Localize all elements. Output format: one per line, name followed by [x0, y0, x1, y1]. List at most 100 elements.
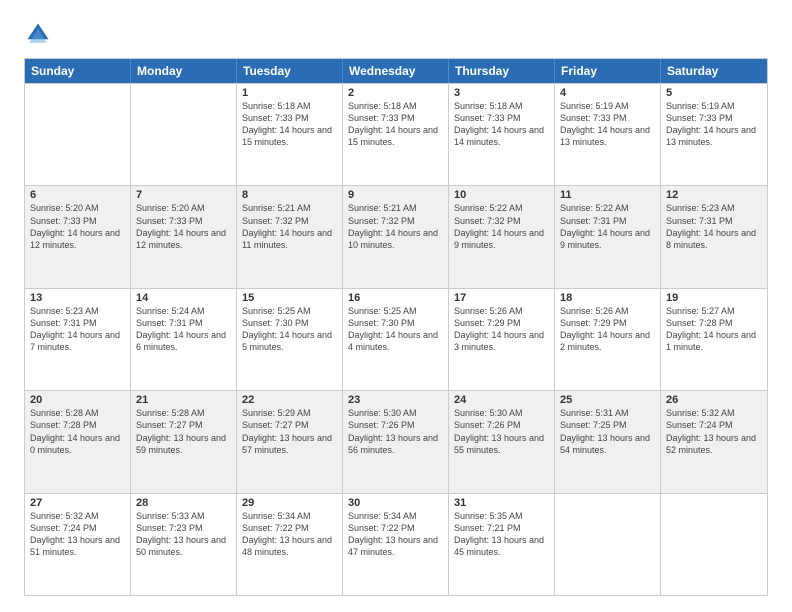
calendar-row: 6Sunrise: 5:20 AM Sunset: 7:33 PM Daylig… — [25, 185, 767, 287]
cell-detail-text: Sunrise: 5:34 AM Sunset: 7:22 PM Dayligh… — [242, 510, 337, 559]
cell-detail-text: Sunrise: 5:35 AM Sunset: 7:21 PM Dayligh… — [454, 510, 549, 559]
cell-detail-text: Sunrise: 5:23 AM Sunset: 7:31 PM Dayligh… — [30, 305, 125, 354]
cell-detail-text: Sunrise: 5:19 AM Sunset: 7:33 PM Dayligh… — [560, 100, 655, 149]
calendar-cell: 17Sunrise: 5:26 AM Sunset: 7:29 PM Dayli… — [449, 289, 555, 390]
cell-detail-text: Sunrise: 5:30 AM Sunset: 7:26 PM Dayligh… — [454, 407, 549, 456]
day-number: 6 — [30, 189, 125, 201]
cell-detail-text: Sunrise: 5:33 AM Sunset: 7:23 PM Dayligh… — [136, 510, 231, 559]
calendar-cell — [661, 494, 767, 595]
calendar-row: 1Sunrise: 5:18 AM Sunset: 7:33 PM Daylig… — [25, 83, 767, 185]
cell-detail-text: Sunrise: 5:20 AM Sunset: 7:33 PM Dayligh… — [136, 202, 231, 251]
calendar-cell: 12Sunrise: 5:23 AM Sunset: 7:31 PM Dayli… — [661, 186, 767, 287]
calendar-header-cell: Tuesday — [237, 59, 343, 83]
cell-detail-text: Sunrise: 5:21 AM Sunset: 7:32 PM Dayligh… — [242, 202, 337, 251]
cell-detail-text: Sunrise: 5:34 AM Sunset: 7:22 PM Dayligh… — [348, 510, 443, 559]
logo — [24, 20, 56, 48]
cell-detail-text: Sunrise: 5:18 AM Sunset: 7:33 PM Dayligh… — [348, 100, 443, 149]
cell-detail-text: Sunrise: 5:29 AM Sunset: 7:27 PM Dayligh… — [242, 407, 337, 456]
day-number: 11 — [560, 189, 655, 201]
calendar-cell: 19Sunrise: 5:27 AM Sunset: 7:28 PM Dayli… — [661, 289, 767, 390]
calendar-header-cell: Monday — [131, 59, 237, 83]
cell-detail-text: Sunrise: 5:27 AM Sunset: 7:28 PM Dayligh… — [666, 305, 762, 354]
day-number: 26 — [666, 394, 762, 406]
calendar-cell: 2Sunrise: 5:18 AM Sunset: 7:33 PM Daylig… — [343, 84, 449, 185]
day-number: 23 — [348, 394, 443, 406]
day-number: 20 — [30, 394, 125, 406]
calendar-cell: 23Sunrise: 5:30 AM Sunset: 7:26 PM Dayli… — [343, 391, 449, 492]
calendar-cell — [25, 84, 131, 185]
calendar-cell: 1Sunrise: 5:18 AM Sunset: 7:33 PM Daylig… — [237, 84, 343, 185]
day-number: 13 — [30, 292, 125, 304]
calendar-header-cell: Saturday — [661, 59, 767, 83]
calendar-row: 27Sunrise: 5:32 AM Sunset: 7:24 PM Dayli… — [25, 493, 767, 595]
calendar-cell — [131, 84, 237, 185]
day-number: 10 — [454, 189, 549, 201]
cell-detail-text: Sunrise: 5:32 AM Sunset: 7:24 PM Dayligh… — [30, 510, 125, 559]
day-number: 3 — [454, 87, 549, 99]
cell-detail-text: Sunrise: 5:20 AM Sunset: 7:33 PM Dayligh… — [30, 202, 125, 251]
calendar-cell: 16Sunrise: 5:25 AM Sunset: 7:30 PM Dayli… — [343, 289, 449, 390]
day-number: 16 — [348, 292, 443, 304]
day-number: 5 — [666, 87, 762, 99]
cell-detail-text: Sunrise: 5:22 AM Sunset: 7:31 PM Dayligh… — [560, 202, 655, 251]
calendar-cell: 26Sunrise: 5:32 AM Sunset: 7:24 PM Dayli… — [661, 391, 767, 492]
day-number: 7 — [136, 189, 231, 201]
calendar-cell: 18Sunrise: 5:26 AM Sunset: 7:29 PM Dayli… — [555, 289, 661, 390]
calendar-cell: 15Sunrise: 5:25 AM Sunset: 7:30 PM Dayli… — [237, 289, 343, 390]
calendar-cell: 9Sunrise: 5:21 AM Sunset: 7:32 PM Daylig… — [343, 186, 449, 287]
day-number: 14 — [136, 292, 231, 304]
calendar-cell: 20Sunrise: 5:28 AM Sunset: 7:28 PM Dayli… — [25, 391, 131, 492]
cell-detail-text: Sunrise: 5:25 AM Sunset: 7:30 PM Dayligh… — [242, 305, 337, 354]
cell-detail-text: Sunrise: 5:23 AM Sunset: 7:31 PM Dayligh… — [666, 202, 762, 251]
calendar-cell: 5Sunrise: 5:19 AM Sunset: 7:33 PM Daylig… — [661, 84, 767, 185]
cell-detail-text: Sunrise: 5:26 AM Sunset: 7:29 PM Dayligh… — [560, 305, 655, 354]
page: SundayMondayTuesdayWednesdayThursdayFrid… — [0, 0, 792, 612]
calendar-cell: 25Sunrise: 5:31 AM Sunset: 7:25 PM Dayli… — [555, 391, 661, 492]
cell-detail-text: Sunrise: 5:28 AM Sunset: 7:28 PM Dayligh… — [30, 407, 125, 456]
calendar-cell: 28Sunrise: 5:33 AM Sunset: 7:23 PM Dayli… — [131, 494, 237, 595]
calendar-header-cell: Friday — [555, 59, 661, 83]
calendar-header-cell: Wednesday — [343, 59, 449, 83]
calendar-cell: 8Sunrise: 5:21 AM Sunset: 7:32 PM Daylig… — [237, 186, 343, 287]
cell-detail-text: Sunrise: 5:22 AM Sunset: 7:32 PM Dayligh… — [454, 202, 549, 251]
cell-detail-text: Sunrise: 5:26 AM Sunset: 7:29 PM Dayligh… — [454, 305, 549, 354]
calendar-cell: 4Sunrise: 5:19 AM Sunset: 7:33 PM Daylig… — [555, 84, 661, 185]
day-number: 2 — [348, 87, 443, 99]
calendar-cell: 30Sunrise: 5:34 AM Sunset: 7:22 PM Dayli… — [343, 494, 449, 595]
calendar-cell: 7Sunrise: 5:20 AM Sunset: 7:33 PM Daylig… — [131, 186, 237, 287]
calendar-cell: 31Sunrise: 5:35 AM Sunset: 7:21 PM Dayli… — [449, 494, 555, 595]
day-number: 25 — [560, 394, 655, 406]
day-number: 31 — [454, 497, 549, 509]
cell-detail-text: Sunrise: 5:18 AM Sunset: 7:33 PM Dayligh… — [454, 100, 549, 149]
day-number: 24 — [454, 394, 549, 406]
day-number: 1 — [242, 87, 337, 99]
calendar-cell: 13Sunrise: 5:23 AM Sunset: 7:31 PM Dayli… — [25, 289, 131, 390]
day-number: 18 — [560, 292, 655, 304]
cell-detail-text: Sunrise: 5:18 AM Sunset: 7:33 PM Dayligh… — [242, 100, 337, 149]
cell-detail-text: Sunrise: 5:19 AM Sunset: 7:33 PM Dayligh… — [666, 100, 762, 149]
header — [24, 20, 768, 48]
calendar-row: 13Sunrise: 5:23 AM Sunset: 7:31 PM Dayli… — [25, 288, 767, 390]
day-number: 4 — [560, 87, 655, 99]
calendar-cell: 24Sunrise: 5:30 AM Sunset: 7:26 PM Dayli… — [449, 391, 555, 492]
calendar-cell: 27Sunrise: 5:32 AM Sunset: 7:24 PM Dayli… — [25, 494, 131, 595]
day-number: 29 — [242, 497, 337, 509]
calendar-header-cell: Sunday — [25, 59, 131, 83]
calendar-cell: 22Sunrise: 5:29 AM Sunset: 7:27 PM Dayli… — [237, 391, 343, 492]
cell-detail-text: Sunrise: 5:21 AM Sunset: 7:32 PM Dayligh… — [348, 202, 443, 251]
day-number: 12 — [666, 189, 762, 201]
day-number: 9 — [348, 189, 443, 201]
day-number: 15 — [242, 292, 337, 304]
calendar-cell: 29Sunrise: 5:34 AM Sunset: 7:22 PM Dayli… — [237, 494, 343, 595]
calendar-cell: 3Sunrise: 5:18 AM Sunset: 7:33 PM Daylig… — [449, 84, 555, 185]
calendar-header-row: SundayMondayTuesdayWednesdayThursdayFrid… — [25, 59, 767, 83]
day-number: 17 — [454, 292, 549, 304]
cell-detail-text: Sunrise: 5:28 AM Sunset: 7:27 PM Dayligh… — [136, 407, 231, 456]
cell-detail-text: Sunrise: 5:30 AM Sunset: 7:26 PM Dayligh… — [348, 407, 443, 456]
calendar-cell: 14Sunrise: 5:24 AM Sunset: 7:31 PM Dayli… — [131, 289, 237, 390]
calendar-cell: 10Sunrise: 5:22 AM Sunset: 7:32 PM Dayli… — [449, 186, 555, 287]
day-number: 19 — [666, 292, 762, 304]
day-number: 8 — [242, 189, 337, 201]
calendar-body: 1Sunrise: 5:18 AM Sunset: 7:33 PM Daylig… — [25, 83, 767, 595]
calendar-cell — [555, 494, 661, 595]
